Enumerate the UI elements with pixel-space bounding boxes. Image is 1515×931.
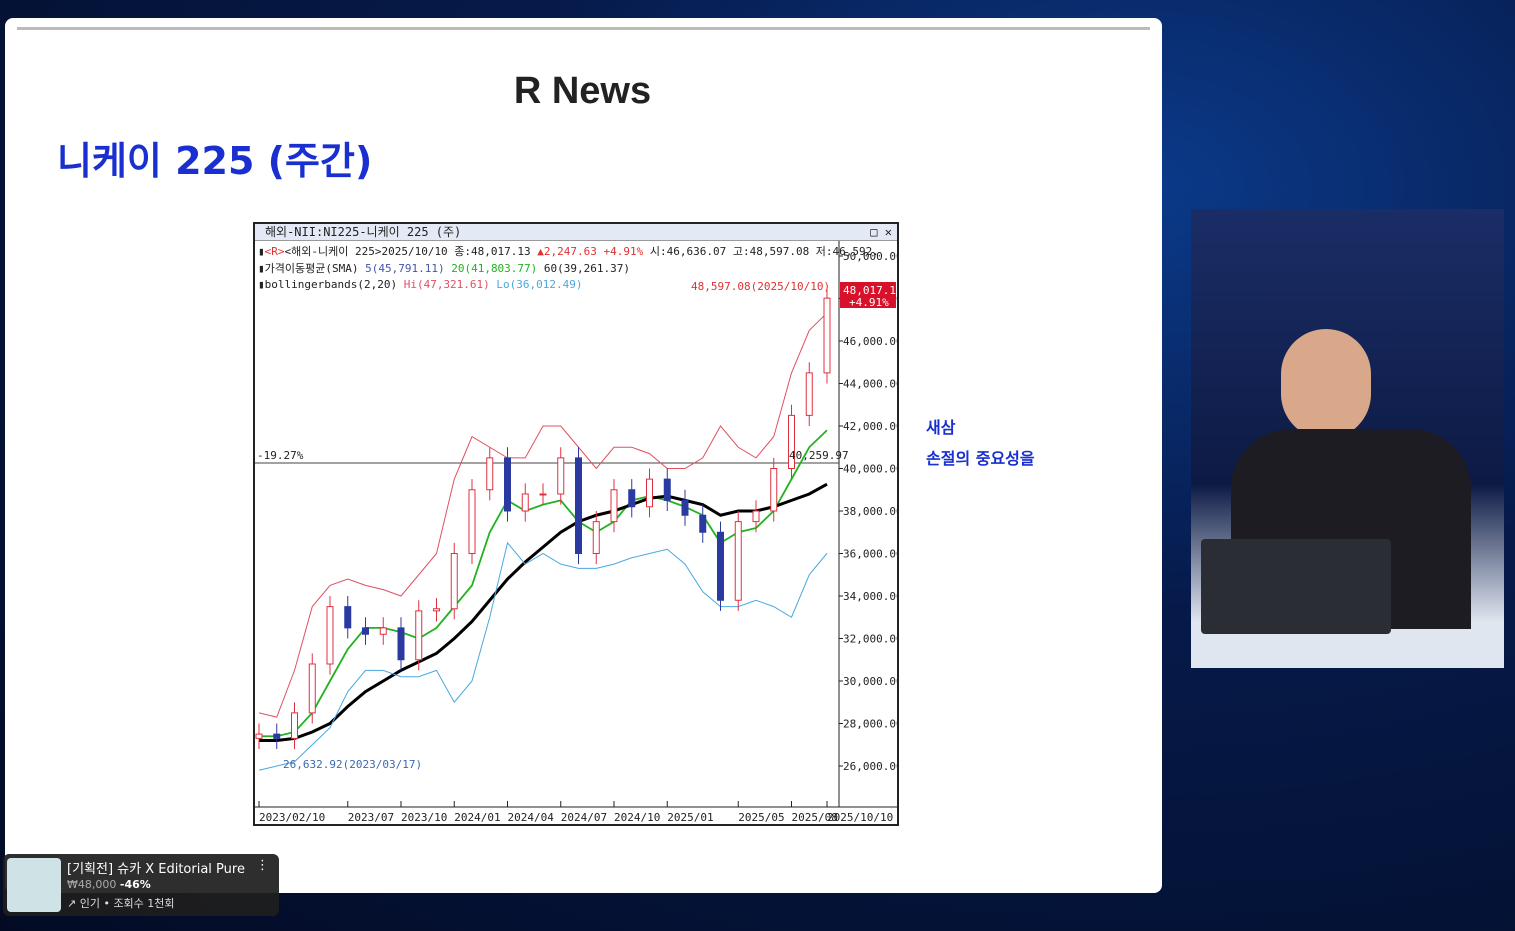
candle (415, 610, 423, 661)
candle (433, 608, 440, 612)
x-tick-label: 2024/10 (614, 811, 660, 824)
candle (362, 627, 369, 635)
ohlc-text: 시:46,636.07 고:48,597.08 저:46,592. (649, 245, 879, 258)
x-tick-label: 2023/02/10 (259, 811, 325, 824)
candle (805, 372, 813, 416)
last-pct: +4.91% (849, 296, 889, 309)
series-sma60 (259, 482, 828, 742)
candle (699, 514, 707, 533)
y-tick-label: 36,000.00 (843, 548, 897, 561)
x-tick-label: 2024/04 (508, 811, 555, 824)
slide-subtitle: 니케이 225 (주간) (57, 139, 373, 183)
product-price: ₩48,000 (67, 878, 117, 891)
candle (592, 521, 600, 554)
candle (681, 499, 689, 516)
pct-annotation: -19.27% (257, 449, 304, 462)
r-tag: <R> (264, 245, 285, 258)
hline-label: 40,259.97 (789, 449, 849, 462)
x-tick-label: 2024/01 (454, 811, 500, 824)
y-tick-label: 34,000.00 (843, 590, 897, 603)
series-sma20 (259, 429, 828, 738)
candle (521, 493, 529, 512)
low-annotation: 26,632.92(2023/03/17) (283, 758, 422, 771)
candle (486, 457, 494, 491)
x-tick-label: 2025/05 (738, 811, 784, 824)
x-tick-label: 2024/07 (561, 811, 607, 824)
price-chart: 50,000.0048,000.0046,000.0044,000.0042,0… (255, 241, 897, 824)
bb-label: bollingerbands(2,20) (264, 278, 398, 291)
product-discount: -46% (119, 878, 151, 891)
candle (379, 627, 387, 635)
product-card[interactable]: [기획전] 슈카 X Editorial Pure ₩48,000 -46% ↗… (3, 854, 279, 916)
slide-title: R News (513, 70, 652, 112)
sma60-value: 60(39,261.37) (543, 262, 631, 275)
bb-lo-value: Lo(36,012.49) (496, 278, 583, 291)
y-tick-label: 40,000.00 (843, 463, 897, 476)
chart-window: 해외-NII:NI225-니케이 225 (주) □ ✕ 50,000.0048… (253, 222, 899, 826)
note-line-1: 새삼 (926, 418, 956, 437)
trending-icon: ↗ (67, 897, 77, 910)
y-tick-label: 28,000.00 (843, 718, 897, 731)
y-tick-label: 42,000.00 (843, 420, 897, 433)
y-tick-label: 44,000.00 (843, 378, 897, 391)
presenter-video (1191, 209, 1504, 668)
candle (539, 493, 547, 496)
candle (734, 521, 742, 601)
candle (557, 457, 565, 495)
candle (291, 712, 298, 739)
x-tick-label: 2023/10 (401, 811, 447, 824)
product-title: [기획전] 슈카 X Editorial Pure (67, 862, 245, 877)
product-thumbnail (7, 858, 61, 912)
candle (610, 489, 618, 523)
legend-quote: ▮<R><해외-니케이 225>2025/10/10 종:48,017.13 ▲… (258, 245, 879, 258)
candle (575, 457, 582, 554)
sma-label: 가격이동평균(SMA) (264, 262, 359, 275)
y-tick-label: 46,000.00 (843, 335, 897, 348)
y-tick-label: 26,000.00 (843, 760, 897, 773)
change-text: ▲2,247.63 +4.91% (537, 245, 644, 258)
x-tick-label: 2025/01 (667, 811, 713, 824)
laptop (1201, 539, 1391, 634)
candle (308, 663, 316, 714)
candle (770, 468, 778, 512)
candle (255, 733, 263, 739)
x-tick-label: 2023/07 (348, 811, 394, 824)
y-tick-label: 32,000.00 (843, 633, 897, 646)
candle (504, 457, 511, 512)
candle (646, 478, 653, 508)
x-tick-label: 2025/10/10 (827, 811, 893, 824)
candle (752, 510, 760, 523)
candle (823, 297, 831, 374)
candle (397, 627, 405, 661)
high-annotation: 48,597.08(2025/10/10) (691, 280, 830, 293)
candle (344, 606, 352, 629)
product-meta: 인기 • 조회수 1천회 (79, 897, 175, 910)
y-tick-label: 38,000.00 (843, 505, 897, 518)
note-line-2: 손절의 중요성을 (926, 449, 1035, 468)
more-options-icon[interactable]: ⋮ (256, 858, 269, 873)
candle (326, 606, 334, 665)
candle (273, 733, 281, 739)
y-tick-label: 30,000.00 (843, 675, 897, 688)
candle (468, 489, 476, 554)
presenter-head (1281, 329, 1371, 439)
legend-sma: ▮가격이동평균(SMA) 5(45,791.11) 20(41,803.77) … (258, 262, 631, 275)
divider (17, 27, 1150, 30)
candle (717, 531, 724, 601)
sma5-value: 5(45,791.11) (365, 262, 445, 275)
sma20-value: 20(41,803.77) (451, 262, 538, 275)
legend-bb: ▮bollingerbands(2,20) Hi(47,321.61) Lo(3… (258, 278, 583, 291)
quote-text: <해외-니케이 225>2025/10/10 종:48,017.13 (284, 245, 531, 258)
bb-hi-value: Hi(47,321.61) (403, 278, 490, 291)
candle (628, 489, 636, 508)
candle (663, 478, 671, 501)
candle (450, 553, 458, 610)
